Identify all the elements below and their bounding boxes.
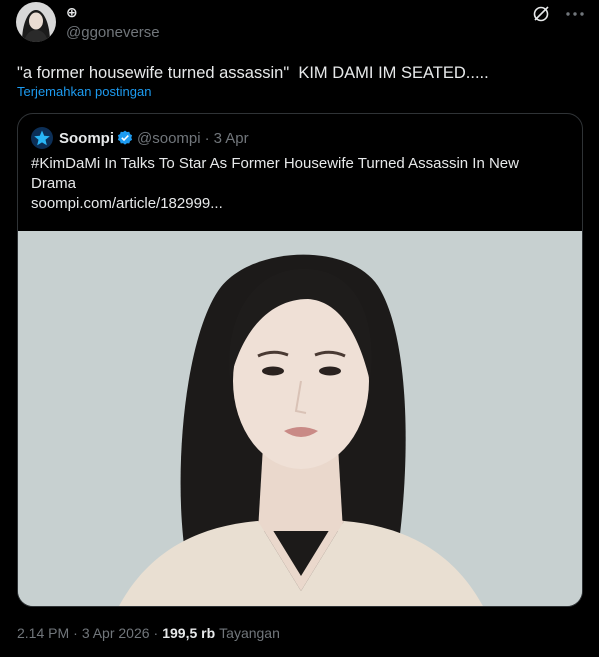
author-display-name[interactable]: ⊕ (66, 4, 78, 20)
tweet-text: "a former housewife turned assassin" KIM… (17, 64, 489, 82)
tweet-time[interactable]: 2.14 PM (17, 624, 69, 642)
quote-tweet-card[interactable]: Soompi @soompi · 3 Apr #KimDaMi In Talks… (17, 113, 583, 607)
avatar[interactable] (16, 2, 56, 42)
verified-badge-icon (117, 130, 133, 145)
tweet-date[interactable]: 3 Apr 2026 (82, 624, 150, 642)
translate-post-link[interactable]: Terjemahkan postingan (17, 84, 151, 100)
quote-image[interactable] (18, 231, 582, 606)
meta-separator: · (73, 625, 78, 641)
quote-separator: · (204, 129, 210, 147)
tweet: ⊕ @ggoneverse "a former housewife turned… (0, 0, 599, 657)
quote-header: Soompi @soompi · 3 Apr (31, 127, 249, 149)
quote-date: 3 Apr (213, 129, 249, 147)
quote-author-name: Soompi (59, 129, 114, 147)
author-handle[interactable]: @ggoneverse (66, 24, 160, 42)
views-label: Tayangan (219, 625, 280, 641)
quote-author-handle: @soompi (137, 129, 201, 147)
grok-icon[interactable] (531, 4, 551, 24)
more-options-icon[interactable] (565, 4, 585, 24)
tweet-meta: 2.14 PM · 3 Apr 2026 · 199,5 rb Tayangan (17, 624, 280, 642)
quote-article-link[interactable]: soompi.com/article/182999... (31, 194, 223, 214)
meta-separator-2: · (153, 625, 159, 641)
soompi-logo-icon (31, 127, 53, 149)
tweet-actions-top (531, 4, 585, 24)
views-count: 199,5 rb (162, 625, 216, 641)
quote-text: #KimDaMi In Talks To Star As Former Hous… (31, 155, 519, 192)
